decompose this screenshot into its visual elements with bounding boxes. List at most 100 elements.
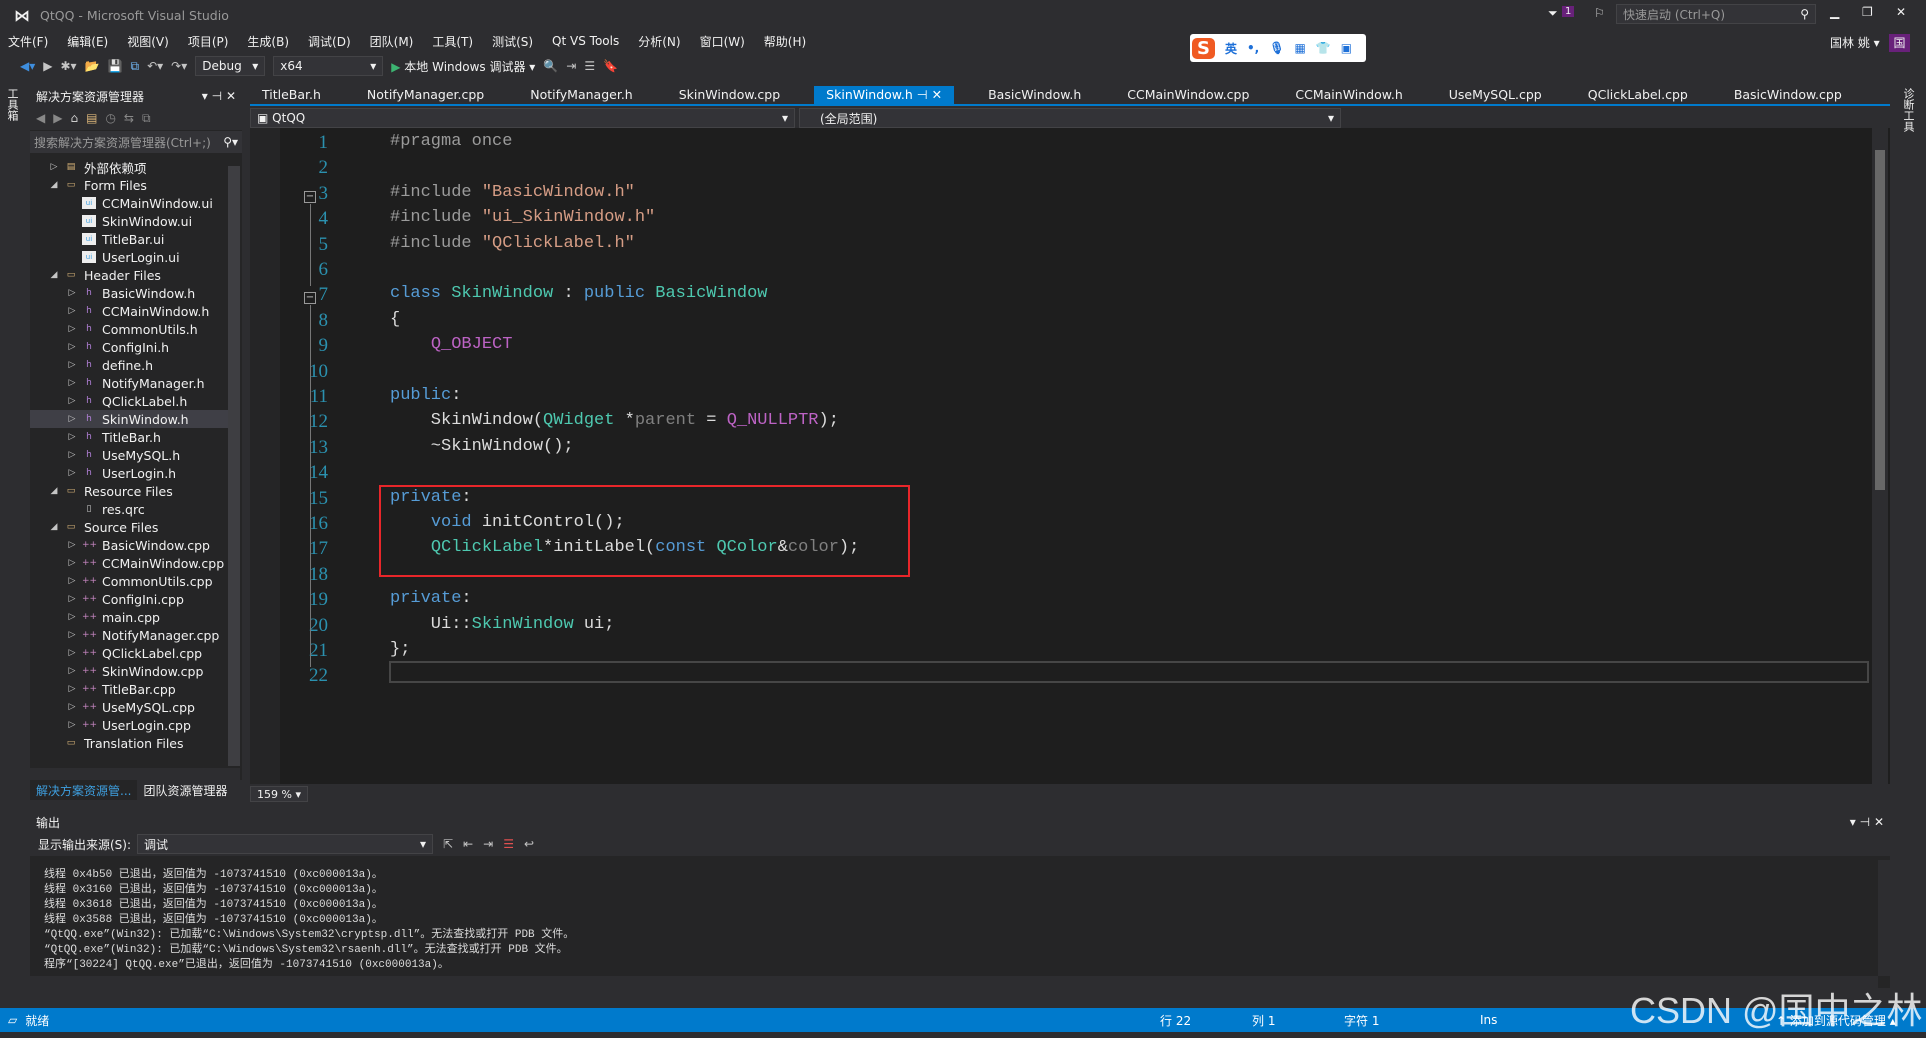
expand-arrow-icon[interactable]: ▷ <box>48 162 60 172</box>
expand-arrow-icon[interactable]: ◢ <box>48 486 60 496</box>
history-icon[interactable]: ◷ <box>105 111 115 125</box>
platform-select[interactable]: x64 ▾ <box>273 56 384 76</box>
menu-item[interactable]: 帮助(H) <box>764 33 806 50</box>
editor-tab[interactable]: CCMainWindow.cpp <box>1115 86 1261 104</box>
output-source-select[interactable]: 调试 ▾ <box>137 834 434 854</box>
bookmark-icon[interactable]: 🔖 <box>603 59 618 73</box>
toolbox-strip[interactable]: 工具箱 <box>0 84 28 1004</box>
sync-icon[interactable]: ⇆ <box>124 111 134 125</box>
expand-arrow-icon[interactable]: ▷ <box>66 324 78 334</box>
menu-item[interactable]: 分析(N) <box>638 33 680 50</box>
save-icon[interactable]: 💾 <box>108 59 123 73</box>
menu-item[interactable]: 编辑(E) <box>67 33 108 50</box>
expand-arrow-icon[interactable]: ▷ <box>66 360 78 370</box>
tree-item[interactable]: ▷ h QClickLabel.h <box>30 392 228 410</box>
menu-item[interactable]: 项目(P) <box>188 33 229 50</box>
keyboard-icon[interactable]: ▦ <box>1294 41 1305 55</box>
tree-item[interactable]: ▷ h NotifyManager.h <box>30 374 228 392</box>
tree-item[interactable]: ▷ ++ BasicWindow.cpp <box>30 536 228 554</box>
word-wrap-icon[interactable]: ↩ <box>524 837 534 851</box>
expand-arrow-icon[interactable]: ▷ <box>66 648 78 658</box>
restore-button[interactable]: ❐ <box>1862 5 1873 19</box>
save-all-icon[interactable]: ⧉ <box>130 59 139 74</box>
tree-item[interactable]: ▷ h BasicWindow.h <box>30 284 228 302</box>
microphone-icon[interactable]: 🎙 <box>1269 41 1284 55</box>
menu-item[interactable]: 工具(T) <box>432 33 473 50</box>
menu-item[interactable]: Qt VS Tools <box>552 34 619 48</box>
expand-arrow-icon[interactable]: ▷ <box>66 288 78 298</box>
dropdown-icon[interactable]: ▾ <box>1850 815 1856 829</box>
back-icon[interactable]: ◀ <box>36 111 45 125</box>
user-account[interactable]: 国林 姚 ▾ 国 <box>1830 34 1910 52</box>
output-text[interactable]: 线程 0x4b50 已退出，返回值为 -1073741510 (0xc00001… <box>30 856 1890 973</box>
pin-icon[interactable]: ⊣ <box>913 87 932 102</box>
zoom-select[interactable]: 159 % ▾ <box>250 786 308 802</box>
pin-icon[interactable]: ⊣ <box>1860 815 1870 829</box>
notification-badge[interactable]: 1 <box>1562 6 1575 17</box>
expand-arrow-icon[interactable]: ▷ <box>66 720 78 730</box>
find-icon[interactable]: 🔍 <box>543 59 558 73</box>
tree-item[interactable]: ▷ h SkinWindow.h <box>30 410 228 428</box>
expand-arrow-icon[interactable]: ▷ <box>66 378 78 388</box>
find-message-icon[interactable]: ⇱ <box>443 837 453 851</box>
project-select[interactable]: ▣ QtQQ ▾ <box>250 108 795 128</box>
tree-item[interactable]: ▷ ++ SkinWindow.cpp <box>30 662 228 680</box>
menu-item[interactable]: 文件(F) <box>8 33 48 50</box>
solution-search-input[interactable]: 搜索解决方案资源管理器(Ctrl+;) ⚲▾ <box>30 131 242 153</box>
comment-icon[interactable]: ☰ <box>584 59 595 73</box>
editor-tab[interactable]: UseMySQL.cpp <box>1437 86 1554 104</box>
menu-item[interactable]: 团队(M) <box>370 33 414 50</box>
tab-solution-explorer[interactable]: 解决方案资源管... <box>30 780 138 800</box>
close-button[interactable]: ✕ <box>1896 5 1906 19</box>
tree-item[interactable]: ▷ ++ UseMySQL.cpp <box>30 698 228 716</box>
expand-arrow-icon[interactable]: ▷ <box>66 342 78 352</box>
editor-hscrollbar[interactable] <box>316 788 1890 800</box>
tree-item[interactable]: ▷ ++ CCMainWindow.cpp <box>30 554 228 572</box>
dropdown-icon[interactable]: ▾ <box>202 89 208 103</box>
editor-tab[interactable]: SkinWindow.h ⊣ ✕ <box>814 86 955 104</box>
expand-arrow-icon[interactable]: ▷ <box>66 450 78 460</box>
filter-icon[interactable]: ⏷ <box>1548 6 1558 21</box>
tree-item[interactable]: ▷ ++ main.cpp <box>30 608 228 626</box>
output-hscrollbar[interactable] <box>30 976 1878 988</box>
ime-lang-toggle[interactable]: 英 <box>1225 40 1237 57</box>
fold-toggle-icon[interactable]: − <box>304 190 316 203</box>
apps-icon[interactable]: ▣ <box>1341 41 1352 55</box>
tree-item[interactable]: ◢ ▭ Form Files <box>30 176 228 194</box>
expand-arrow-icon[interactable]: ▷ <box>66 702 78 712</box>
forward-icon[interactable]: ▶ <box>53 111 62 125</box>
tree-item[interactable]: ◢ ▭ Header Files <box>30 266 228 284</box>
tree-item[interactable]: ▷ h CCMainWindow.h <box>30 302 228 320</box>
editor-tab[interactable]: QClickLabel.cpp <box>1576 86 1700 104</box>
forward-icon[interactable]: ▶ <box>43 59 52 73</box>
minimize-button[interactable]: ▁ <box>1830 5 1839 19</box>
skin-icon[interactable]: 👕 <box>1316 41 1331 55</box>
editor-tab[interactable]: BasicWindow.cpp <box>1722 86 1854 104</box>
tree-item[interactable]: ▷ ++ QClickLabel.cpp <box>30 644 228 662</box>
expand-arrow-icon[interactable]: ▷ <box>66 576 78 586</box>
tree-item[interactable]: ui TitleBar.ui <box>30 230 228 248</box>
menu-item[interactable]: 测试(S) <box>492 33 533 50</box>
tree-item[interactable]: ▷ h ConfigIni.h <box>30 338 228 356</box>
expand-arrow-icon[interactable]: ▷ <box>66 396 78 406</box>
scope-select[interactable]: (全局范围) ▾ <box>799 108 1341 128</box>
diagnostics-strip[interactable]: 诊断工具 <box>1896 84 1924 139</box>
new-project-icon[interactable]: ✱▾ <box>61 59 77 73</box>
expand-arrow-icon[interactable]: ▷ <box>66 558 78 568</box>
feedback-icon[interactable]: ⚐ <box>1594 6 1605 20</box>
tree-item[interactable]: ui SkinWindow.ui <box>30 212 228 230</box>
expand-arrow-icon[interactable]: ▷ <box>66 594 78 604</box>
close-icon[interactable]: ✕ <box>1874 815 1884 829</box>
menu-item[interactable]: 窗口(W) <box>700 33 745 50</box>
tree-item[interactable]: ▷ ++ TitleBar.cpp <box>30 680 228 698</box>
tree-item[interactable]: ▷ ++ ConfigIni.cpp <box>30 590 228 608</box>
home-icon[interactable]: ⌂ <box>70 111 78 125</box>
step-icon[interactable]: ⇥ <box>566 59 576 73</box>
tree-item[interactable]: ▷ h CommonUtils.h <box>30 320 228 338</box>
expand-arrow-icon[interactable]: ▷ <box>66 630 78 640</box>
next-message-icon[interactable]: ⇥ <box>483 837 493 851</box>
quick-launch-input[interactable]: 快速启动 (Ctrl+Q) ⚲ <box>1616 4 1816 24</box>
output-vscrollbar[interactable] <box>1878 860 1890 976</box>
tree-item[interactable]: ▷ ++ CommonUtils.cpp <box>30 572 228 590</box>
tree-item[interactable]: ▷ ++ NotifyManager.cpp <box>30 626 228 644</box>
